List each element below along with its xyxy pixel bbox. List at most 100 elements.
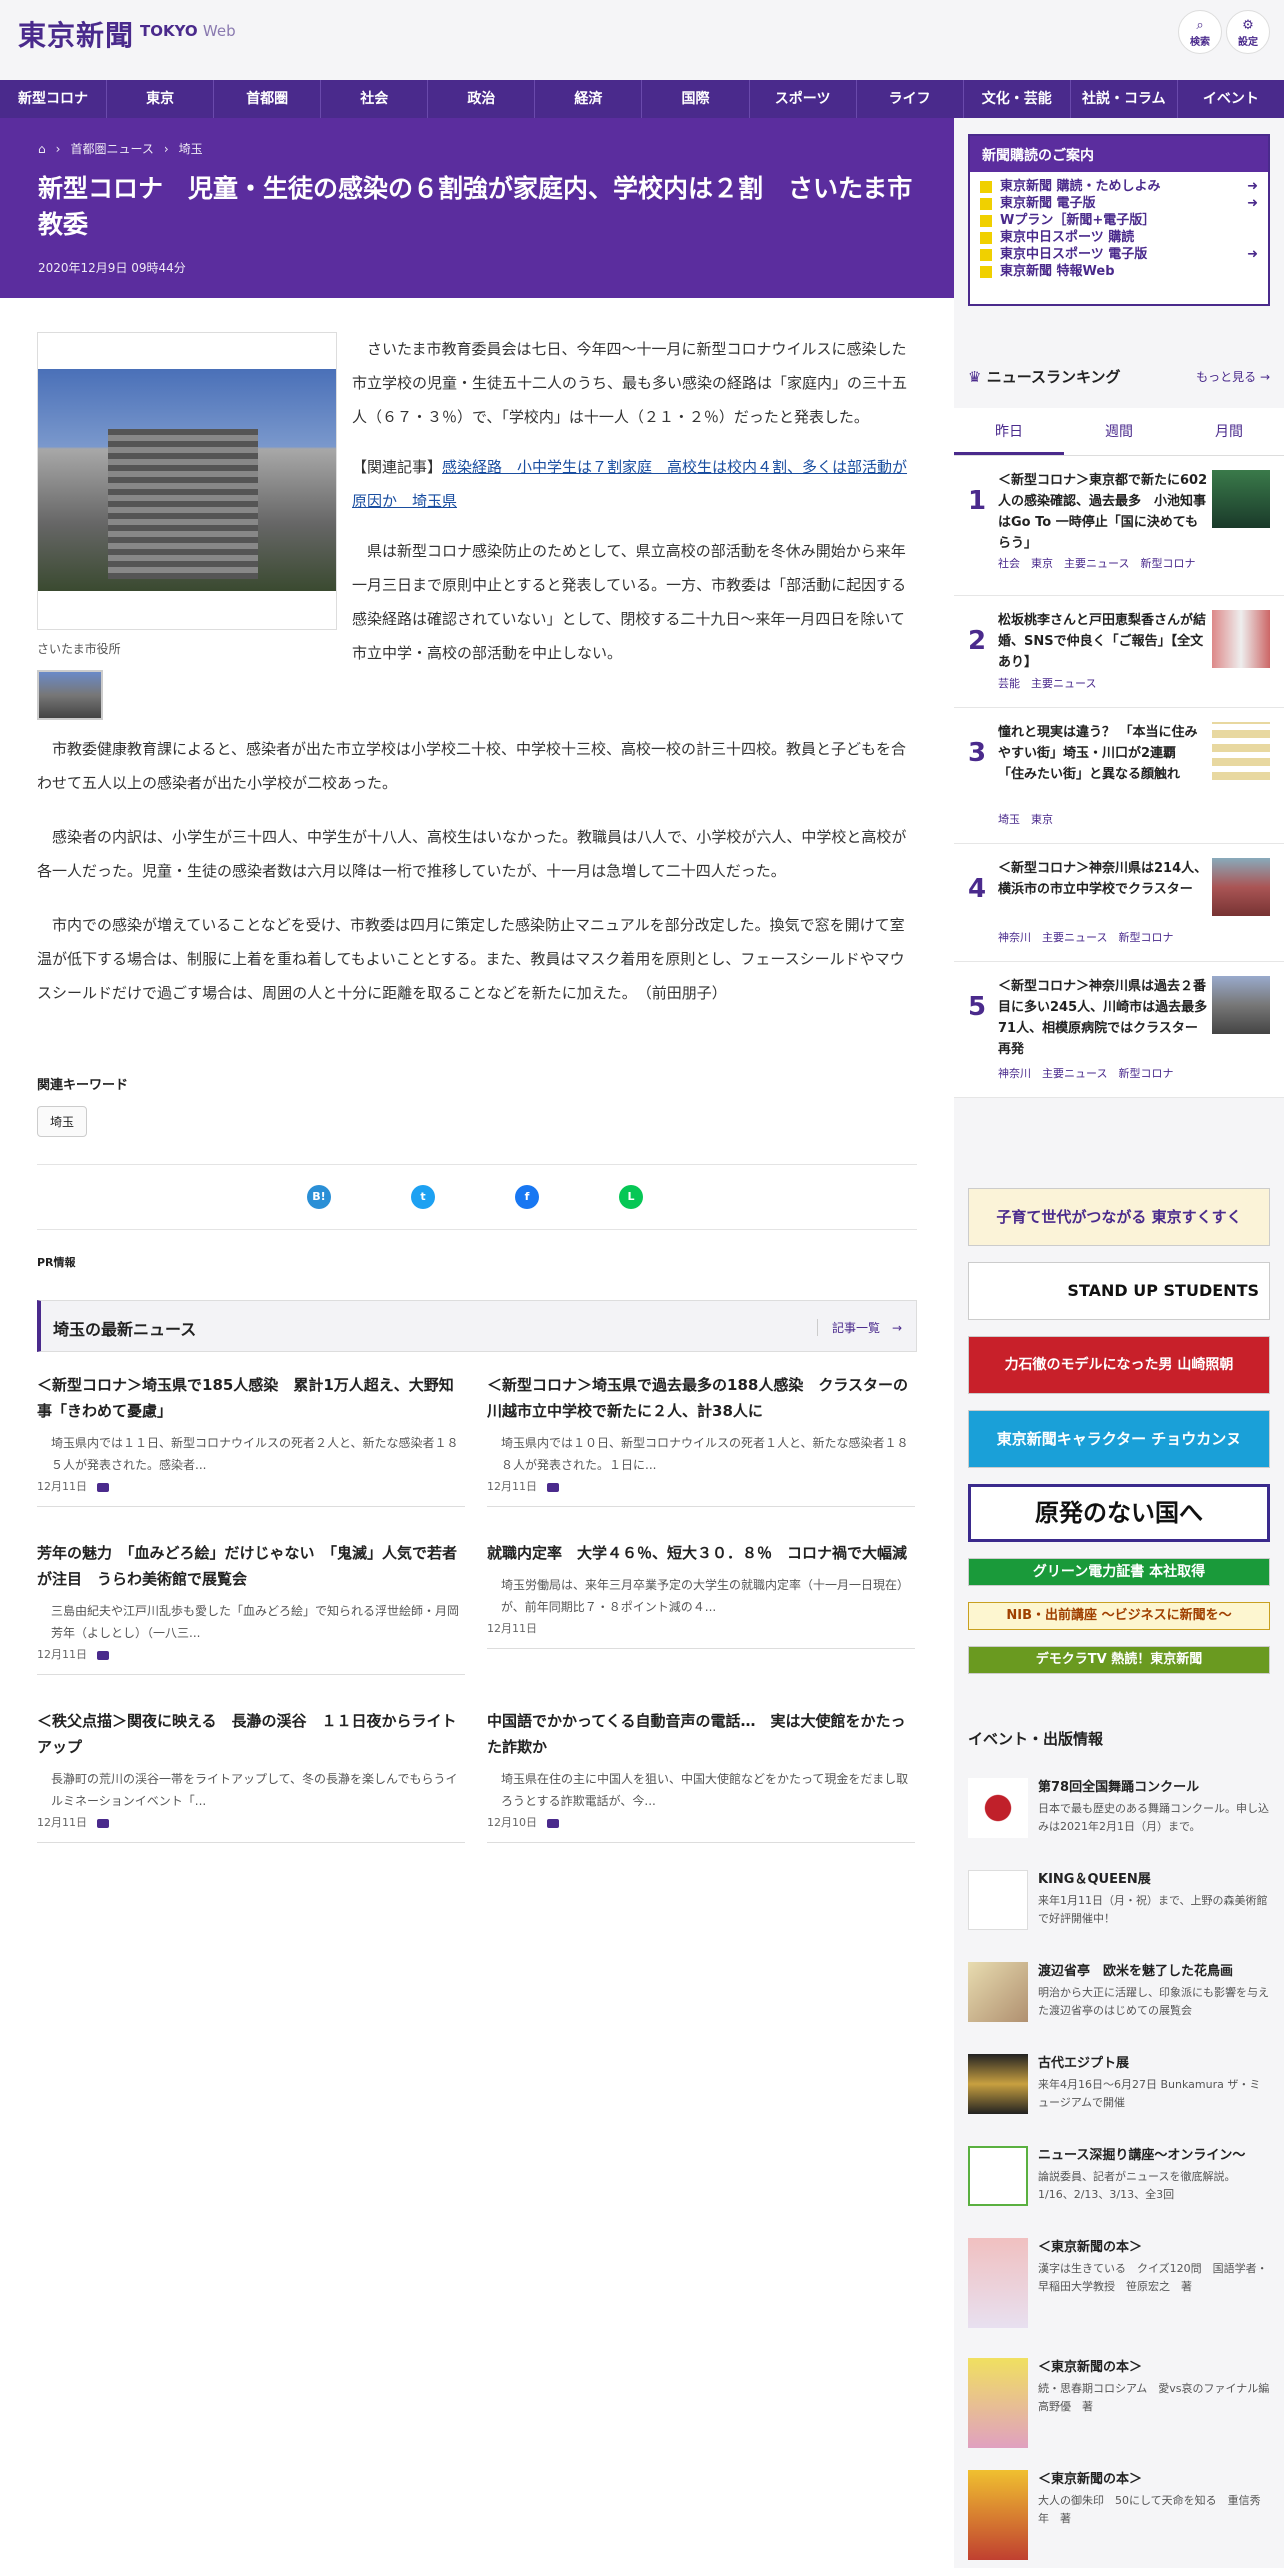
nav-item[interactable]: イベント xyxy=(1178,80,1284,118)
home-icon[interactable]: ⌂ xyxy=(38,142,46,156)
news-card[interactable]: 芳年の魅力 「血みどろ絵」だけじゃない 「鬼滅」人気で若者が注目 うらわ美術館で… xyxy=(37,1540,465,1675)
search-button[interactable]: ⌕ 検索 xyxy=(1178,10,1222,54)
tab-weekly[interactable]: 週間 xyxy=(1064,408,1174,455)
event-summary: 漢字は生きている クイズ120問 国語学者・早稲田大学教授 笹原宏之 著 xyxy=(1038,2262,1268,2293)
rank-tags: 神奈川 主要ニュース 新型コロナ xyxy=(998,931,1174,944)
nav-item[interactable]: 社説・コラム xyxy=(1071,80,1178,118)
nav-item[interactable]: 首都圏 xyxy=(214,80,322,118)
rank-title: 松坂桃李さんと戸田恵梨香さんが結婚、SNSで仲良く「ご報告」【全文あり】 xyxy=(998,613,1207,670)
nav-item[interactable]: 東京 xyxy=(107,80,215,118)
rank-title: ＜新型コロナ＞神奈川県は過去２番目に多い245人、川崎市は過去最多71人、相模原… xyxy=(998,979,1208,1057)
news-card[interactable]: 就職内定率 大学４６％、短大３０．８％ コロナ禍で大幅減 埼玉労働局は、来年三月卒… xyxy=(487,1540,915,1649)
news-card[interactable]: ＜新型コロナ＞埼玉県で185人感染 累計1万人超え、大野知事「きわめて憂慮」 埼玉… xyxy=(37,1372,465,1507)
line-icon[interactable]: L xyxy=(619,1185,643,1209)
breadcrumb-category[interactable]: 首都圏ニュース xyxy=(70,140,153,157)
paragraph: 市教委健康教育課によると、感染者が出た市立学校は小学校二十校、中学校十三校、高校… xyxy=(37,740,906,792)
breadcrumb-sub[interactable]: 埼玉 xyxy=(179,140,203,157)
banner-text: デモクラTV 熱読！東京新聞 xyxy=(1035,1652,1203,1667)
event-item[interactable]: ニュース深掘り講座～オンライン～ 論説委員、記者がニュースを徹底解説。1/16、2… xyxy=(968,2146,1270,2226)
ranking-title-text: ニュースランキング xyxy=(986,368,1121,386)
tab-daily[interactable]: 昨日 xyxy=(954,408,1064,455)
event-title: ニュース深掘り講座～オンライン～ xyxy=(1038,2148,1246,2163)
rank-number: 3 xyxy=(968,738,987,768)
twitter-icon[interactable]: t xyxy=(411,1185,435,1209)
sukusuku-banner[interactable]: 子育て世代がつながる 東京すくすく xyxy=(968,1188,1270,1246)
subscription-link-text: 東京中日スポーツ 購読 xyxy=(1000,230,1135,245)
breadcrumb: ⌂ › 首都圏ニュース › 埼玉 xyxy=(38,140,916,157)
event-summary: 日本で最も歴史のある舞踊コンクール。申し込みは2021年2月1日（月）まで。 xyxy=(1038,1802,1269,1833)
news-date: 12月11日 xyxy=(487,1620,915,1636)
nav-item[interactable]: 政治 xyxy=(428,80,536,118)
camera-icon xyxy=(547,1818,559,1828)
login-arrow-icon: ➜ xyxy=(1247,179,1258,194)
breadcrumb-sep: › xyxy=(163,141,169,156)
ranking-item[interactable]: 5 ＜新型コロナ＞神奈川県は過去２番目に多い245人、川崎市は過去最多71人、相模… xyxy=(954,962,1284,1098)
rank-tags: 芸能 主要ニュース xyxy=(998,677,1097,690)
ranking-item[interactable]: 3 憧れと現実は違う？ 「本当に住みやすい街」埼玉・川口が2連覇 「住みたい街」と… xyxy=(954,708,1284,844)
latest-more-link[interactable]: 記事一覧 → xyxy=(816,1319,902,1336)
event-thumbnail xyxy=(968,1870,1028,1930)
nav-item[interactable]: 新型コロナ xyxy=(0,80,108,118)
nav-item[interactable]: 国際 xyxy=(642,80,750,118)
nav-item[interactable]: 経済 xyxy=(535,80,643,118)
keywords-heading: 関連キーワード xyxy=(37,1078,129,1093)
site-logo[interactable]: 東京新聞 xyxy=(18,14,134,54)
paragraph: 県は新型コロナ感染防止のためとして、県立高校の部活動を冬休み開始から来年一月三日… xyxy=(352,542,907,662)
settings-button[interactable]: ⚙ 設定 xyxy=(1226,10,1270,54)
yamazaki-banner[interactable]: 力石徹のモデルになった男 山崎照朝 xyxy=(968,1336,1270,1394)
news-title: 芳年の魅力 「血みどろ絵」だけじゃない 「鬼滅」人気で若者が注目 うらわ美術館で… xyxy=(37,1544,458,1588)
green-power-banner[interactable]: グリーン電力証書 本社取得 xyxy=(968,1558,1270,1586)
nav-item[interactable]: ライフ xyxy=(857,80,964,118)
news-date: 12月10日 xyxy=(487,1814,915,1830)
nib-banner[interactable]: NIB・出前講座 〜ビジネスに新聞を〜 xyxy=(968,1602,1270,1630)
news-summary: 長瀞町の荒川の渓谷一帯をライトアップして、冬の長瀞を楽しんでもらうイルミネーショ… xyxy=(51,1772,458,1808)
article-photo[interactable] xyxy=(37,332,337,630)
event-item[interactable]: ＜東京新聞の本＞ 続・思春期コロシアム 愛vs哀のファイナル編 高野優 著 xyxy=(968,2358,1280,2458)
nav-item[interactable]: スポーツ xyxy=(750,80,857,118)
subscription-link[interactable]: Wプラン［新聞+電子版］ xyxy=(980,212,1258,229)
event-title: ＜東京新聞の本＞ xyxy=(1038,2240,1143,2255)
subscription-link[interactable]: 東京新聞 購読・ためしよみ ➜ xyxy=(980,178,1258,195)
news-card[interactable]: 中国語でかかってくる自動音声の電話… 実は大使館をかたった詐欺か 埼玉県在住の主に… xyxy=(487,1708,915,1843)
subscription-link-text: 東京新聞 特報Web xyxy=(1000,264,1115,279)
related-article: 【関連記事】感染経路 小中学生は７割家庭 高校生は校内４割、多くは部活動が原因か… xyxy=(352,450,917,518)
choukanu-banner[interactable]: 東京新聞キャラクター チョウカンヌ xyxy=(968,1410,1270,1468)
students-banner[interactable]: STAND UP STUDENTS xyxy=(968,1262,1270,1320)
subscription-link[interactable]: 東京新聞 特報Web xyxy=(980,263,1258,280)
photo-thumbnail[interactable] xyxy=(37,670,103,720)
rank-title: ＜新型コロナ＞東京都で新たに602人の感染確認、過去最多 小池知事はGo To … xyxy=(998,473,1208,551)
event-item[interactable]: 古代エジプト展 来年4月16日〜6月27日 Bunkamura ザ・ミュージアムで… xyxy=(968,2054,1270,2134)
subscription-link[interactable]: 東京新聞 電子版 ➜ xyxy=(980,195,1258,212)
tab-monthly[interactable]: 月間 xyxy=(1174,408,1284,455)
subscription-link[interactable]: 東京中日スポーツ 電子版 ➜ xyxy=(980,246,1258,263)
subscription-link[interactable]: 東京中日スポーツ 購読 xyxy=(980,229,1258,246)
nav-item[interactable]: 社会 xyxy=(321,80,429,118)
ranking-more-link[interactable]: もっと見る → xyxy=(1196,368,1270,385)
news-date: 12月11日 xyxy=(37,1478,465,1494)
democratv-banner[interactable]: デモクラTV 熱読！東京新聞 xyxy=(968,1646,1270,1674)
nav-item[interactable]: 文化・芸能 xyxy=(964,80,1071,118)
news-title: ＜秩父点描＞関夜に映える 長瀞の渓谷 １１日夜からライトアップ xyxy=(37,1712,457,1756)
article-body-top: さいたま市教育委員会は七日、今年四〜十一月に新型コロナウイルスに感染した市立学校… xyxy=(352,332,917,670)
ranking-title: ♛ ニュースランキング xyxy=(968,366,1121,387)
event-item[interactable]: 第78回全国舞踊コンクール 日本で最も歴史のある舞踊コンクール。申し込みは2021… xyxy=(968,1778,1270,1858)
banner-text: グリーン電力証書 本社取得 xyxy=(1032,1564,1206,1580)
news-card[interactable]: ＜秩父点描＞関夜に映える 長瀞の渓谷 １１日夜からライトアップ長瀞町の荒川の渓谷… xyxy=(37,1708,465,1843)
ranking-item[interactable]: 1 ＜新型コロナ＞東京都で新たに602人の感染確認、過去最多 小池知事はGo To… xyxy=(954,456,1284,596)
event-item[interactable]: 渡辺省亭 欧米を魅了した花鳥画 明治から大正に活躍し、印象派にも影響を与えた渡辺省… xyxy=(968,1962,1270,2042)
news-card[interactable]: ＜新型コロナ＞埼玉県で過去最多の188人感染 クラスターの川越市立中学校で新たに… xyxy=(487,1372,915,1507)
subscription-link-text: 東京中日スポーツ 電子版 xyxy=(1000,247,1148,262)
no-nuclear-banner[interactable]: 原発のない国へ xyxy=(968,1484,1270,1542)
logo-en-text: TOKYO xyxy=(140,22,198,40)
logo-web-text: Web xyxy=(202,22,236,40)
event-item[interactable]: ＜東京新聞の本＞ 大人の御朱印 50にして天命を知る 重信秀年 著 xyxy=(968,2470,1270,2566)
keyword-tag[interactable]: 埼玉 xyxy=(37,1106,88,1137)
news-summary: 埼玉労働局は、来年三月卒業予定の大学生の就職内定率（十一月一日現在）が、前年同期… xyxy=(501,1578,910,1614)
event-summary: 来年4月16日〜6月27日 Bunkamura ザ・ミュージアムで開催 xyxy=(1038,2078,1261,2109)
facebook-icon[interactable]: f xyxy=(515,1185,539,1209)
hatena-icon[interactable]: B! xyxy=(307,1185,331,1209)
event-item[interactable]: KING＆QUEEN展 来年1月11日（月・祝）まで、上野の森美術館で好評開催中！ xyxy=(968,1870,1270,1950)
ranking-item[interactable]: 2 松坂桃李さんと戸田恵梨香さんが結婚、SNSで仲良く「ご報告」【全文あり】 芸能 … xyxy=(954,596,1284,708)
event-item[interactable]: ＜東京新聞の本＞ 漢字は生きている クイズ120問 国語学者・早稲田大学教授 笹原… xyxy=(968,2238,1270,2338)
ranking-item[interactable]: 4 ＜新型コロナ＞神奈川県は214人、横浜市の市立中学校でクラスター 神奈川 主要ニ… xyxy=(954,844,1284,962)
